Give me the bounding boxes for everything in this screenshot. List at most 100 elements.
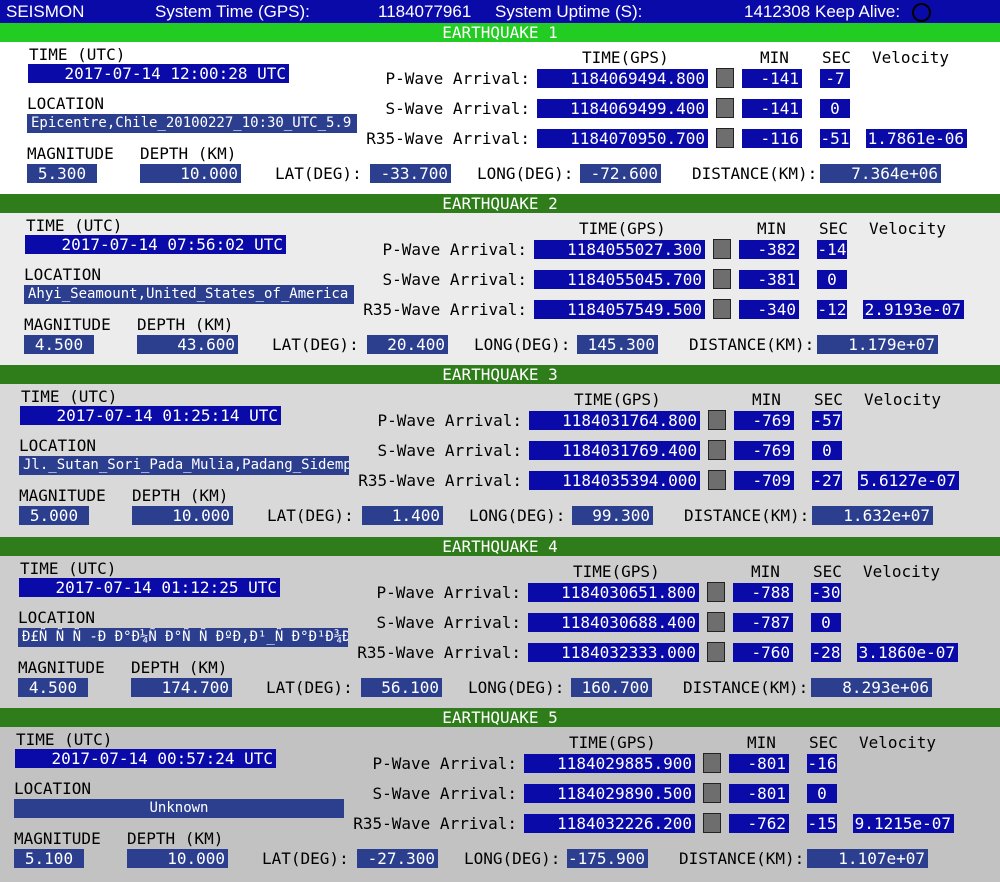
depth-value: 10.000 — [127, 849, 228, 868]
p-wave-label: P-Wave Arrival: — [372, 754, 518, 773]
magnitude-label: MAGNITUDE — [18, 658, 105, 677]
s-wave-toggle-button[interactable] — [716, 98, 734, 118]
depth-value: 10.000 — [132, 506, 233, 525]
s-wave-sec-value: 0 — [812, 441, 842, 460]
r35-wave-time-value: 1184057549.500 — [534, 300, 705, 319]
velocity-value: 9.1215e-07 — [853, 814, 954, 833]
app-name: SEISMON — [6, 2, 85, 21]
r35-wave-sec-value: -12 — [817, 300, 847, 319]
s-wave-toggle-button[interactable] — [703, 783, 721, 803]
s-wave-time-value: 1184031769.400 — [529, 441, 700, 460]
p-wave-toggle-button[interactable] — [708, 410, 726, 430]
r35-wave-label: R35-Wave Arrival: — [366, 129, 530, 148]
magnitude-label: MAGNITUDE — [27, 144, 114, 163]
p-wave-label: P-Wave Arrival: — [376, 583, 522, 602]
r35-wave-time-value: 1184035394.000 — [529, 471, 700, 490]
p-wave-min-value: -141 — [742, 69, 802, 88]
p-wave-sec-value: -7 — [820, 69, 850, 88]
r35-wave-toggle-button[interactable] — [708, 470, 726, 490]
min-header: MIN — [751, 562, 780, 581]
depth-label: DEPTH (KM) — [140, 144, 237, 163]
sec-header: SEC — [809, 733, 838, 752]
p-wave-label: P-Wave Arrival: — [382, 240, 528, 259]
r35-wave-label: R35-Wave Arrival: — [357, 643, 521, 662]
earthquake-header: EARTHQUAKE 1 — [0, 23, 1000, 42]
system-uptime-value: 1412308 — [744, 2, 811, 21]
r35-wave-toggle-button[interactable] — [703, 813, 721, 833]
s-wave-time-value: 1184069499.400 — [537, 99, 708, 118]
magnitude-label: MAGNITUDE — [14, 829, 101, 848]
p-wave-time-value: 1184029885.900 — [524, 754, 695, 773]
depth-label: DEPTH (KM) — [132, 486, 229, 505]
distance-label: DISTANCE(KM): — [679, 849, 805, 868]
earthquake-panel: EARTHQUAKE 3 TIME (UTC) 2017-07-14 01:25:1… — [0, 365, 1000, 537]
magnitude-label: MAGNITUDE — [24, 315, 111, 334]
r35-wave-min-value: -760 — [733, 643, 793, 662]
lat-value: -33.700 — [370, 164, 451, 183]
p-wave-time-value: 1184069494.800 — [537, 69, 708, 88]
p-wave-toggle-button[interactable] — [716, 68, 734, 88]
r35-wave-toggle-button[interactable] — [716, 128, 734, 148]
lat-label: LAT(DEG): — [272, 335, 359, 354]
earthquake-header: EARTHQUAKE 2 — [0, 194, 1000, 213]
s-wave-min-value: -141 — [742, 99, 802, 118]
depth-value: 10.000 — [140, 164, 241, 183]
r35-wave-sec-value: -28 — [811, 643, 841, 662]
s-wave-toggle-button[interactable] — [707, 612, 725, 632]
time-gps-header: TIME(GPS) — [579, 219, 666, 238]
p-wave-toggle-button[interactable] — [703, 753, 721, 773]
s-wave-time-value: 1184029890.500 — [524, 784, 695, 803]
r35-wave-time-value: 1184032333.000 — [528, 643, 699, 662]
location-label: LOCATION — [14, 779, 92, 798]
r35-wave-toggle-button[interactable] — [707, 642, 725, 662]
s-wave-sec-value: 0 — [807, 784, 837, 803]
system-time-value: 1184077961 — [378, 2, 472, 21]
location-label: LOCATION — [18, 608, 96, 627]
s-wave-label: S-Wave Arrival: — [376, 613, 522, 632]
p-wave-time-value: 1184031764.800 — [529, 411, 700, 430]
distance-label: DISTANCE(KM): — [684, 506, 810, 525]
velocity-header: Velocity — [869, 219, 947, 238]
lat-label: LAT(DEG): — [275, 164, 362, 183]
long-value: 99.300 — [572, 506, 653, 525]
distance-value: 1.179e+07 — [817, 335, 938, 354]
distance-label: DISTANCE(KM): — [689, 335, 815, 354]
velocity-value: 3.1860e-07 — [857, 643, 958, 662]
location-label: LOCATION — [24, 265, 102, 284]
lat-label: LAT(DEG): — [267, 506, 354, 525]
depth-label: DEPTH (KM) — [131, 658, 228, 677]
s-wave-sec-value: 0 — [811, 613, 841, 632]
s-wave-toggle-button[interactable] — [713, 269, 731, 289]
p-wave-label: P-Wave Arrival: — [377, 411, 523, 430]
lat-value: 1.400 — [362, 506, 443, 525]
r35-wave-time-value: 1184070950.700 — [537, 129, 708, 148]
lat-value: 56.100 — [361, 678, 442, 697]
min-header: MIN — [760, 48, 789, 67]
s-wave-toggle-button[interactable] — [708, 440, 726, 460]
s-wave-min-value: -381 — [739, 270, 799, 289]
p-wave-toggle-button[interactable] — [713, 239, 731, 259]
s-wave-label: S-Wave Arrival: — [377, 441, 523, 460]
location-label: LOCATION — [27, 94, 105, 113]
s-wave-min-value: -801 — [729, 784, 789, 803]
long-label: LONG(DEG): — [477, 164, 574, 183]
sec-header: SEC — [819, 219, 848, 238]
p-wave-min-value: -769 — [734, 411, 794, 430]
s-wave-time-value: 1184055045.700 — [534, 270, 705, 289]
earthquake-header: EARTHQUAKE 3 — [0, 365, 1000, 384]
s-wave-min-value: -787 — [733, 613, 793, 632]
p-wave-toggle-button[interactable] — [707, 582, 725, 602]
distance-value: 8.293e+06 — [811, 678, 932, 697]
long-label: LONG(DEG): — [464, 849, 561, 868]
long-label: LONG(DEG): — [474, 335, 571, 354]
long-label: LONG(DEG): — [469, 506, 566, 525]
earthquake-header: EARTHQUAKE 5 — [0, 708, 1000, 727]
time-utc-label: TIME (UTC) — [29, 45, 126, 64]
min-header: MIN — [757, 219, 786, 238]
lat-value: 20.400 — [367, 335, 448, 354]
earthquake-panel: EARTHQUAKE 5 TIME (UTC) 2017-07-14 00:57:2… — [0, 708, 1000, 882]
r35-wave-label: R35-Wave Arrival: — [363, 300, 527, 319]
depth-value: 43.600 — [137, 335, 238, 354]
p-wave-sec-value: -14 — [817, 240, 847, 259]
r35-wave-toggle-button[interactable] — [713, 299, 731, 319]
